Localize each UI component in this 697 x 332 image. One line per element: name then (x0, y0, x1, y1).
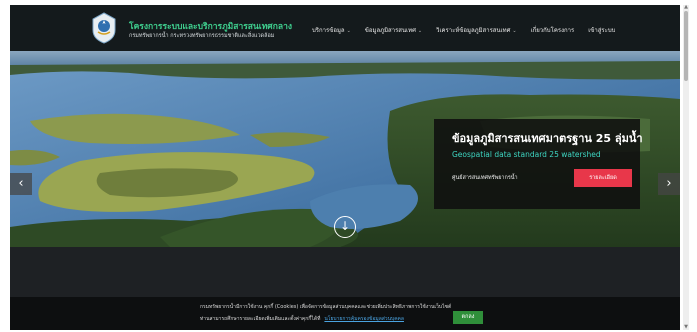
main-nav: บริการข้อมูล ⌄ ข้อมูลภูมิสารสนเทศ ⌄ วิเครา… (312, 25, 615, 35)
hero-title: ข้อมูลภูมิสารสนเทศมาตรฐาน 25 ลุ่มน้ำ (452, 132, 643, 145)
scrollbar-thumb[interactable] (684, 11, 688, 81)
brand-title[interactable]: โครงการระบบและบริการภูมิสารสนเทศกลาง (129, 19, 292, 33)
brand-subtitle: กรมทรัพยากรน้ำ กระทรวงทรัพยากรธรรมชาติแล… (129, 33, 275, 39)
next-slide-button[interactable]: › (658, 173, 680, 195)
content-section (10, 247, 680, 297)
site-header: โครงการระบบและบริการภูมิสารสนเทศกลาง กรม… (10, 5, 680, 51)
cookie-message-line2: ท่านสามารถศึกษารายละเอียดเพิ่มเติมและตั้… (200, 315, 404, 323)
chevron-down-icon: ⌄ (512, 28, 517, 34)
nav-item-about[interactable]: เกี่ยวกับโครงการ (531, 25, 575, 35)
privacy-policy-link[interactable]: นโยบายการคุ้มครองข้อมูลส่วนบุคคล (324, 316, 404, 322)
scroll-down-icon[interactable]: ▼ (683, 325, 689, 330)
nav-label: เข้าสู่ระบบ (588, 27, 616, 34)
hero-caption-box: ข้อมูลภูมิสารสนเทศมาตรฐาน 25 ลุ่มน้ำ Geo… (434, 119, 643, 209)
nav-label: วิเคราะห์ข้อมูลภูมิสารสนเทศ (436, 27, 511, 34)
nav-label: ข้อมูลภูมิสารสนเทศ (364, 27, 416, 34)
cookie-consent-bar: กรมทรัพยากรน้ำมีการใช้งาน คุกกี้ (Cookie… (10, 297, 680, 330)
prev-slide-button[interactable]: ‹ (10, 173, 32, 195)
nav-item-data-services[interactable]: บริการข้อมูล ⌄ (312, 25, 351, 35)
nav-label: บริการข้อมูล (312, 27, 345, 34)
hero-organization: ศูนย์สารสนเทศทรัพยากรน้ำ (452, 175, 518, 181)
scroll-up-icon[interactable]: ▲ (683, 5, 689, 10)
agency-seal-icon[interactable] (90, 12, 118, 44)
page-scrollbar[interactable]: ▲ ▼ (683, 5, 689, 330)
arrow-down-icon: ↓ (339, 219, 351, 233)
chevron-left-icon: ‹ (18, 176, 24, 191)
scroll-down-button[interactable]: ↓ (334, 216, 356, 238)
nav-item-login[interactable]: เข้าสู่ระบบ (588, 25, 615, 35)
details-button[interactable]: รายละเอียด (574, 169, 632, 187)
nav-label: เกี่ยวกับโครงการ (530, 27, 575, 34)
chevron-right-icon: › (666, 176, 672, 191)
nav-item-geospatial-analysis[interactable]: วิเคราะห์ข้อมูลภูมิสารสนเทศ ⌄ (436, 25, 517, 35)
nav-item-geospatial-data[interactable]: ข้อมูลภูมิสารสนเทศ ⌄ (365, 25, 422, 35)
cookie-text: ท่านสามารถศึกษารายละเอียดเพิ่มเติมและตั้… (200, 316, 321, 322)
cookie-message: กรมทรัพยากรน้ำมีการใช้งาน คุกกี้ (Cookie… (200, 304, 452, 310)
chevron-down-icon: ⌄ (346, 28, 351, 34)
hero-subtitle: Geospatial data standard 25 watershed (452, 150, 601, 159)
chevron-down-icon: ⌄ (417, 28, 423, 34)
browser-viewport: โครงการระบบและบริการภูมิสารสนเทศกลาง กรม… (10, 5, 680, 330)
accept-cookies-button[interactable]: ตกลง (453, 311, 483, 324)
